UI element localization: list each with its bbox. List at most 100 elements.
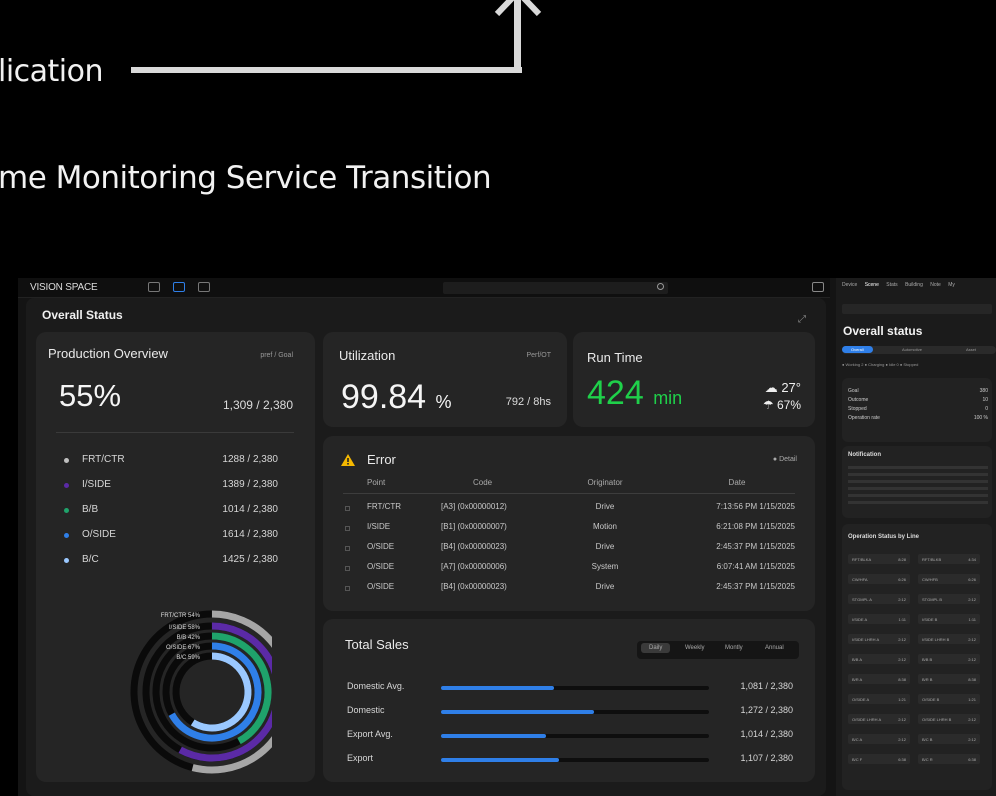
error-row[interactable]: FRT/CTR [A3] (0x00000012) Drive 7:13:56 PM … (343, 502, 795, 518)
line-name: O/SIDE LHRH B (922, 717, 952, 722)
tab-annual[interactable]: Annual (765, 645, 784, 651)
error-date: 7:13:56 PM 1/15/2025 (716, 502, 795, 511)
production-row: FRT/CTR 1288 / 2,380 (64, 454, 290, 470)
error-row[interactable]: I/SIDE [B1] (0x00000007) Motion 6:21:08 PM … (343, 522, 795, 538)
sales-bar-fill (441, 710, 594, 714)
row-checkbox[interactable] (345, 526, 350, 531)
side-nav-stats[interactable]: Stats (886, 282, 897, 288)
side-tab-overall[interactable]: Overall (842, 346, 873, 353)
line-status-cell[interactable]: RFT/BLKB 4:34 (918, 554, 980, 564)
tab-montly[interactable]: Montly (725, 645, 743, 651)
tab-daily[interactable]: Daily (641, 643, 671, 653)
production-row-name: B/B (82, 504, 99, 515)
production-title: Production Overview (48, 346, 168, 361)
side-nav-scene[interactable]: Scene (865, 282, 879, 288)
row-checkbox[interactable] (345, 586, 350, 591)
error-originator: Drive (595, 502, 615, 511)
line-status-cell[interactable]: O/SIDE LHRH B 2:12 (918, 714, 980, 724)
line-name: B/B B (922, 657, 933, 662)
line-status-cell[interactable]: I/SIDE LHRH B 2:12 (918, 634, 980, 644)
line-status-cell[interactable]: STGMPL A 2:12 (848, 594, 910, 604)
error-code: [B4] (0x00000023) (441, 542, 507, 551)
line-time: 2:12 (968, 657, 976, 662)
line-time: 2:12 (968, 637, 976, 642)
notification-item[interactable] (848, 487, 988, 490)
side-nav-building[interactable]: Building (905, 282, 923, 288)
side-tab-asset[interactable]: Asset (966, 347, 976, 352)
production-row-name: I/SIDE (82, 479, 111, 490)
tab-weekly[interactable]: Weekly (685, 645, 705, 651)
line-status-cell[interactable]: CW/HFB 6:26 (918, 574, 980, 584)
line-status-cell[interactable]: B/R A 8:38 (848, 674, 910, 684)
side-nav-device[interactable]: Device (842, 282, 857, 288)
monitor-icon[interactable] (148, 282, 160, 292)
line-status-cell[interactable]: B/B B 2:12 (918, 654, 980, 664)
line-time: 2:12 (898, 637, 906, 642)
notification-item[interactable] (848, 501, 988, 504)
utilization-title: Utilization (339, 348, 396, 363)
error-point: O/SIDE (367, 542, 395, 551)
chat-icon[interactable] (173, 282, 185, 292)
error-row[interactable]: O/SIDE [A7] (0x00000006) System 6:07:41 AM … (343, 562, 795, 578)
donut-label: B/B 42% (177, 635, 201, 641)
utilization-unit: % (435, 392, 452, 412)
row-checkbox[interactable] (345, 546, 350, 551)
line-time: 8:28 (898, 557, 906, 562)
layers-icon[interactable] (198, 282, 210, 292)
line-name: B/C A (852, 737, 863, 742)
line-name: I/SIDE A (852, 617, 868, 622)
connector-line (131, 67, 522, 73)
error-row[interactable]: O/SIDE [B4] (0x00000023) Drive 2:45:37 PM 1… (343, 542, 795, 558)
notification-item[interactable] (848, 466, 988, 469)
error-detail-link[interactable]: ● Detail (773, 456, 797, 463)
col-header-date: Date (728, 478, 746, 487)
col-header-originator: Originator (587, 478, 623, 487)
expand-icon[interactable]: ⤢ (798, 314, 806, 325)
notification-item[interactable] (848, 480, 988, 483)
notification-box: Notification (842, 446, 992, 518)
line-time: 2:12 (898, 737, 906, 742)
col-header-point: Point (367, 478, 386, 487)
line-status-cell[interactable]: I/SIDE B 1:11 (918, 614, 980, 624)
side-summary-box: Goal 380 Outcome 10 Stopped 0 Operation rate 10… (842, 378, 992, 442)
error-row[interactable]: O/SIDE [B4] (0x00000023) Drive 2:45:37 PM 1… (343, 582, 795, 598)
line-status-cell[interactable]: B/C R 6:38 (918, 754, 980, 764)
line-status-cell[interactable]: O/SIDE LHRH A 2:12 (848, 714, 910, 724)
notification-item[interactable] (848, 494, 988, 497)
line-status-cell[interactable]: B/C A 2:12 (848, 734, 910, 744)
run-time-unit: min (653, 388, 683, 408)
side-summary-row: Outcome 10 (848, 397, 988, 403)
panel-title: Overall Status (42, 308, 123, 322)
search-input[interactable] (443, 282, 668, 294)
line-name: RFT/BLKB (922, 557, 942, 562)
line-status-cell[interactable]: B/R B 8:38 (918, 674, 980, 684)
line-status-cell[interactable]: STGMPL B 2:12 (918, 594, 980, 604)
side-nav-my[interactable]: My (948, 282, 955, 288)
total-sales-card: Total Sales Daily Weekly Montly Annual D… (323, 619, 815, 782)
error-title: Error (367, 452, 396, 467)
line-status-cell[interactable]: I/SIDE LHRH A 2:12 (848, 634, 910, 644)
line-status-cell[interactable]: RFT/BLKA 8:28 (848, 554, 910, 564)
window-icon[interactable] (812, 282, 824, 292)
production-row-value: 1389 / 2,380 (222, 479, 278, 490)
line-status-cell[interactable]: O/SIDE B 1:21 (918, 694, 980, 704)
side-search-input[interactable] (842, 304, 992, 314)
line-time: 2:12 (968, 737, 976, 742)
donut-label: B/C 59% (176, 655, 200, 661)
line-status-cell[interactable]: B/C F 6:38 (848, 754, 910, 764)
line-status-cell[interactable]: B/B A 2:12 (848, 654, 910, 664)
side-nav-note[interactable]: Note (930, 282, 941, 288)
line-status-cell[interactable]: O/SIDE A 1:21 (848, 694, 910, 704)
production-row: I/SIDE 1389 / 2,380 (64, 479, 290, 495)
production-row: O/SIDE 1614 / 2,380 (64, 529, 290, 545)
line-status-cell[interactable]: I/SIDE A 1:11 (848, 614, 910, 624)
line-status-cell[interactable]: B/C B 2:12 (918, 734, 980, 744)
line-time: 2:12 (898, 597, 906, 602)
side-tab-automotive[interactable]: Automotive (902, 347, 922, 352)
row-checkbox[interactable] (345, 506, 350, 511)
utilization-ratio: 792 / 8hs (505, 396, 551, 408)
donut-label: FRT/CTR 54% (161, 613, 201, 619)
row-checkbox[interactable] (345, 566, 350, 571)
line-status-cell[interactable]: CW/HFA 6:26 (848, 574, 910, 584)
notification-item[interactable] (848, 473, 988, 476)
